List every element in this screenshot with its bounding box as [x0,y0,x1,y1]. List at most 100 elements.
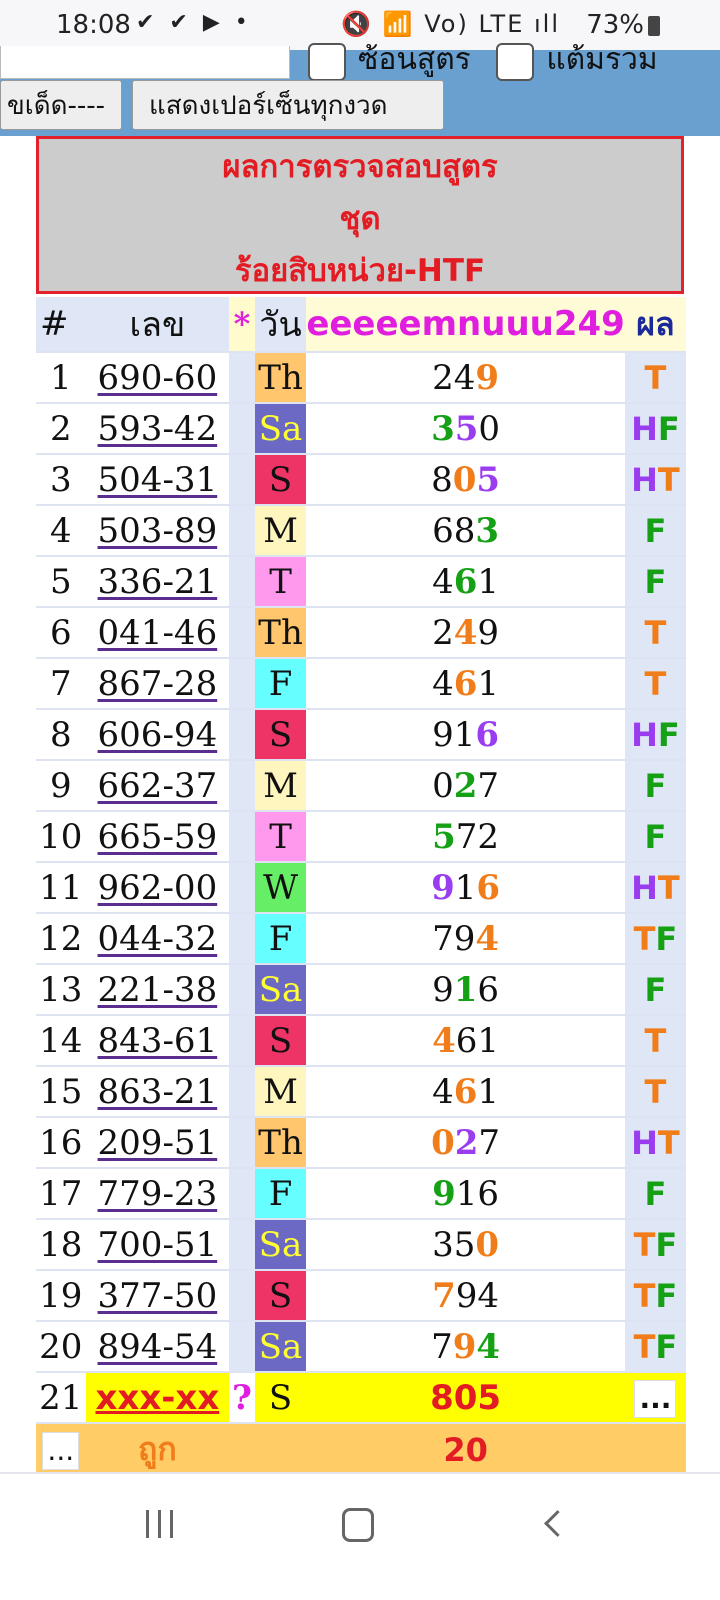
result-letter: F [657,409,680,448]
row-star [229,607,255,659]
lek-link[interactable]: 221-38 [98,970,218,1010]
row-day: Sa [254,1219,307,1271]
title-line-1: ผลการตรวจสอบสูตร [222,149,498,185]
lek-link[interactable]: 894-54 [98,1327,218,1367]
summary-row: ... ถูก 20 [36,1423,686,1477]
row-star [229,1117,255,1169]
result-letter: T [657,460,680,499]
row-formula-digits: 794 [306,1321,625,1373]
total-score-checkbox[interactable] [496,42,535,81]
formula-digit: 6 [475,714,500,755]
row-day: S [254,1015,307,1067]
show-percent-button[interactable]: แสดงเปอร์เซ็นทุกงวด [132,80,444,130]
formula-digit: 1 [455,1173,478,1214]
formula-digit: 9 [432,969,454,1010]
row-formula-digits: 249 [306,607,625,659]
summary-dots[interactable]: ... [42,1432,80,1470]
formula-digit: 9 [477,612,500,653]
result-letter: F [644,970,667,1009]
notification-icons: ✔ ✔ ▶ • [136,10,252,35]
row-result: TF [624,1321,686,1373]
lek-link[interactable]: 209-51 [98,1123,218,1163]
row-number: 3 [36,454,86,506]
row-number: 10 [36,811,86,863]
header-star: * [229,297,255,353]
row-day: T [254,811,307,863]
summary-value: 20 [443,1430,488,1469]
row-lek-cell: 843-61 [85,1015,230,1067]
formula-digit: 9 [432,714,454,755]
formula-digit: 6 [453,663,478,704]
lek-link[interactable]: 690-60 [98,358,218,398]
lek-link[interactable]: 665-59 [98,817,218,857]
row-result: T [624,1066,686,1118]
lek-link[interactable]: 662-37 [98,766,218,806]
lek-link[interactable]: 843-61 [98,1021,218,1061]
row-formula-digits: 350 [306,1219,625,1271]
result-letter: H [631,715,658,754]
table-row: 19 377-50 S 794 TF [36,1270,686,1322]
back-icon[interactable] [544,1510,571,1537]
lek-link[interactable]: 504-31 [98,460,218,500]
summary-label: ถูก [138,1430,177,1468]
formula-digit: 2 [454,1122,479,1163]
lek-link[interactable]: 593-42 [98,409,218,449]
lek-link[interactable]: 336-21 [98,562,218,602]
row-star [229,709,255,761]
row-result: TF [624,913,686,965]
row-number: 17 [36,1168,86,1220]
formula-digit: 7 [431,1326,453,1367]
summary-dots-cell: ... [36,1423,86,1477]
lek-link[interactable]: 867-28 [98,664,218,704]
row-formula-digits: 350 [306,403,625,455]
formula-digit: 2 [432,612,454,653]
result-letter: T [633,919,656,958]
lek-link[interactable]: 700-51 [98,1225,218,1265]
row-lek-cell: 041-46 [85,607,230,659]
row-result: HT [624,454,686,506]
results-table: # เลข * วัน eeeeemnuuu249 ผล 1 690-60 Th 24… [36,297,686,1477]
row-number: 15 [36,1066,86,1118]
row-result: T [624,607,686,659]
result-letter: F [644,562,667,601]
formula-digit: 6 [455,1020,478,1061]
row-formula-digits: 027 [306,760,625,812]
row-number: 18 [36,1219,86,1271]
pending-star: ? [229,1372,255,1424]
pending-result[interactable]: ... [634,1379,677,1418]
row-number: 6 [36,607,86,659]
recent-apps-icon[interactable] [146,1510,174,1538]
row-number: 19 [36,1270,86,1322]
lek-link[interactable]: 377-50 [98,1276,218,1316]
row-star [229,1270,255,1322]
row-lek-cell: 700-51 [85,1219,230,1271]
row-day: Th [254,607,307,659]
table-row: 10 665-59 T 572 F [36,811,686,863]
row-day: Sa [254,403,307,455]
lek-link[interactable]: 962-00 [98,868,218,908]
result-letter: F [644,766,667,805]
pending-lek-link[interactable]: xxx-xx [95,1378,219,1418]
row-result: T [624,1015,686,1067]
result-letter: T [644,664,667,703]
lek-link[interactable]: 503-89 [98,511,218,551]
formula-digit: 4 [432,561,454,602]
row-formula-digits: 027 [306,1117,625,1169]
hot-number-button[interactable]: ขเด็ด---- [0,80,122,130]
lek-link[interactable]: 041-46 [98,613,218,653]
row-result: F [624,556,686,608]
overlay-formula-checkbox[interactable] [308,42,346,81]
lek-link[interactable]: 606-94 [98,715,218,755]
navigation-bar [0,1474,720,1600]
row-number: 11 [36,862,86,914]
lek-link[interactable]: 044-32 [98,919,218,959]
row-star [229,403,255,455]
row-lek-cell: 662-37 [85,760,230,812]
lek-link[interactable]: 779-23 [98,1174,218,1214]
row-lek-cell: 690-60 [85,352,230,404]
lek-link[interactable]: 863-21 [98,1072,218,1112]
row-result: HF [624,709,686,761]
home-icon[interactable] [342,1508,374,1542]
formula-input[interactable] [0,46,290,79]
row-day: S [254,709,307,761]
